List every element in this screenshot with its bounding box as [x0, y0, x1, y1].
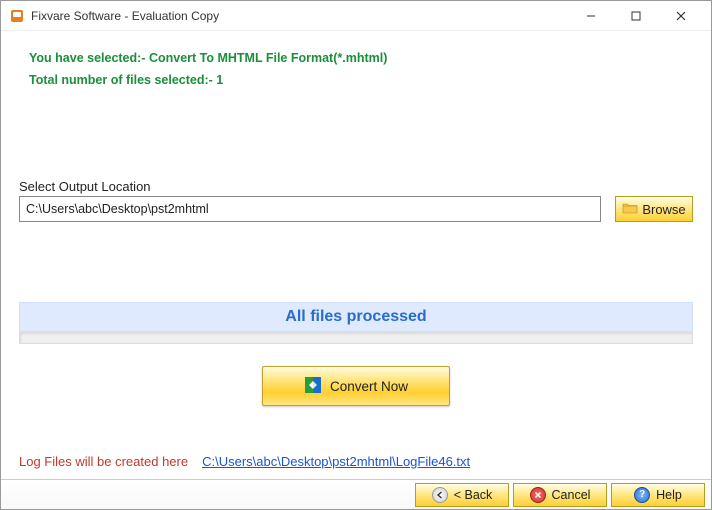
file-count-info: Total number of files selected:- 1: [29, 73, 693, 87]
help-label: Help: [656, 488, 682, 502]
cancel-icon: [530, 487, 546, 503]
close-button[interactable]: [658, 2, 703, 30]
convert-row: Convert Now: [19, 366, 693, 406]
progress-bar: [19, 332, 693, 344]
log-label: Log Files will be created here: [19, 454, 188, 469]
log-file-link[interactable]: C:\Users\abc\Desktop\pst2mhtml\LogFile46…: [202, 454, 470, 469]
titlebar: Fixvare Software - Evaluation Copy: [1, 1, 711, 31]
convert-label: Convert Now: [330, 379, 408, 394]
window-title: Fixvare Software - Evaluation Copy: [31, 9, 568, 23]
convert-icon: [304, 376, 322, 397]
minimize-button[interactable]: [568, 2, 613, 30]
log-row: Log Files will be created here C:\Users\…: [19, 454, 693, 469]
maximize-button[interactable]: [613, 2, 658, 30]
app-icon: [9, 8, 25, 24]
back-button[interactable]: < Back: [415, 483, 509, 507]
cancel-button[interactable]: Cancel: [513, 483, 607, 507]
output-path-input[interactable]: [19, 196, 601, 222]
arrow-left-icon: [432, 487, 448, 503]
convert-now-button[interactable]: Convert Now: [262, 366, 450, 406]
cancel-label: Cancel: [552, 488, 591, 502]
window-controls: [568, 2, 703, 30]
help-button[interactable]: ? Help: [611, 483, 705, 507]
content-area: You have selected:- Convert To MHTML Fil…: [1, 31, 711, 479]
footer-bar: < Back Cancel ? Help: [1, 479, 711, 509]
status-message: All files processed: [19, 302, 693, 332]
help-icon: ?: [634, 487, 650, 503]
folder-icon: [622, 201, 638, 218]
output-row: Browse: [19, 196, 693, 222]
browse-button[interactable]: Browse: [615, 196, 693, 222]
app-window: Fixvare Software - Evaluation Copy You h…: [0, 0, 712, 510]
output-location-label: Select Output Location: [19, 179, 693, 194]
selection-info: You have selected:- Convert To MHTML Fil…: [29, 51, 693, 65]
back-label: < Back: [454, 488, 493, 502]
browse-label: Browse: [642, 202, 685, 217]
